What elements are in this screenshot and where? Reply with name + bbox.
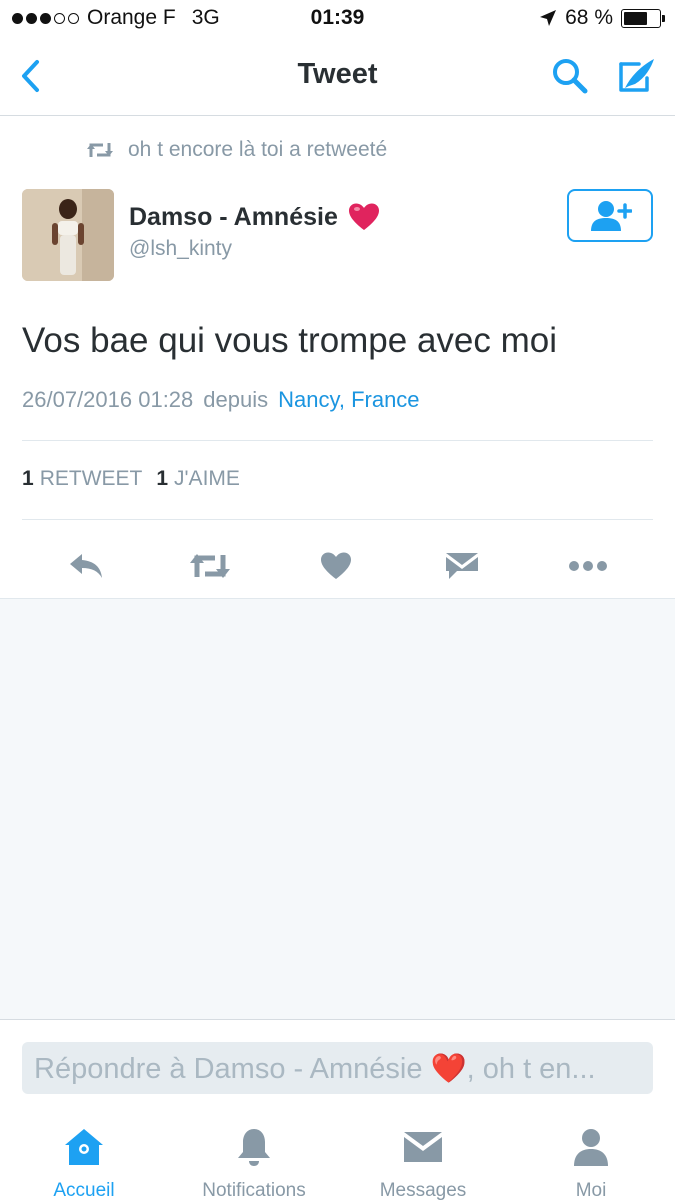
tab-home-label: Accueil <box>53 1180 115 1200</box>
more-options-button[interactable] <box>563 541 613 591</box>
author-name-text: Damso - Amnésie <box>129 202 338 231</box>
retweet-icon <box>190 554 230 578</box>
tab-messages-label: Messages <box>379 1180 467 1200</box>
add-user-icon <box>591 200 632 231</box>
location-arrow-icon <box>540 10 557 26</box>
tab-bar: Accueil Notifications Messages Moi <box>0 1112 675 1200</box>
retweet-button[interactable] <box>185 541 235 591</box>
tab-me[interactable]: Moi <box>556 1126 626 1200</box>
like-stat[interactable]: 1 J'AIME <box>156 467 240 491</box>
battery-percent: 68 % <box>565 6 613 29</box>
tweet-timestamp: 26/07/2016 01:28 <box>22 387 194 412</box>
tab-me-label: Moi <box>575 1180 607 1200</box>
reply-button[interactable] <box>61 541 111 591</box>
tab-messages[interactable]: Messages <box>368 1126 478 1200</box>
follow-button[interactable] <box>567 189 653 242</box>
tweet-place-link[interactable]: Nancy, France <box>278 387 419 413</box>
avatar[interactable] <box>22 189 114 281</box>
envelope-icon <box>404 1132 442 1162</box>
tweet-from-label: depuis <box>203 387 269 412</box>
tweet-actions <box>0 533 675 597</box>
author-handle[interactable]: @lsh_kinty <box>129 237 232 261</box>
more-dots-icon <box>569 561 607 571</box>
search-icon <box>553 59 588 94</box>
search-button[interactable] <box>548 54 592 98</box>
like-stat-label: J'AIME <box>174 467 240 490</box>
bell-icon <box>238 1129 270 1166</box>
direct-message-button[interactable] <box>437 541 487 591</box>
heart-icon <box>321 552 351 579</box>
tab-notifications[interactable]: Notifications <box>190 1126 318 1200</box>
retweet-context-label: oh t encore là toi a retweeté <box>128 138 388 161</box>
status-bar: Orange F 3G 01:39 68 % <box>0 0 675 38</box>
divider <box>22 519 653 520</box>
tab-home[interactable]: Accueil <box>44 1126 124 1200</box>
battery-icon <box>621 8 665 28</box>
retweet-count: 1 <box>22 467 34 490</box>
reply-icon <box>70 554 102 578</box>
like-button[interactable] <box>311 541 361 591</box>
empty-replies-area <box>0 598 675 1020</box>
tweet-meta: 26/07/2016 01:28 depuis Nancy, France <box>22 387 420 413</box>
person-icon <box>574 1129 608 1166</box>
like-count: 1 <box>156 467 169 490</box>
envelope-icon <box>446 553 478 579</box>
retweet-icon <box>87 143 113 157</box>
reply-input[interactable]: Répondre à Damso - Amnésie ❤️, oh t en..… <box>22 1042 653 1094</box>
status-right: 68 % <box>539 6 665 30</box>
avatar-photo <box>22 189 114 281</box>
tab-notifications-label: Notifications <box>202 1180 306 1200</box>
author-name[interactable]: Damso - Amnésie <box>129 202 380 232</box>
retweet-stat-label: RETWEET <box>39 467 143 490</box>
retweet-stat[interactable]: 1 RETWEET <box>22 467 142 491</box>
tweet-text: Vos bae qui vous trompe avec moi <box>22 321 558 360</box>
navigation-bar: Tweet <box>0 38 675 116</box>
retweet-context[interactable]: oh t encore là toi a retweeté <box>86 138 387 162</box>
tweet-stats: 1 RETWEET 1 J'AIME <box>22 467 240 491</box>
compose-quill-icon <box>619 59 654 92</box>
heart-emoji-icon <box>348 203 379 230</box>
home-icon <box>65 1129 103 1165</box>
compose-tweet-button[interactable] <box>612 52 660 100</box>
divider <box>22 440 653 441</box>
